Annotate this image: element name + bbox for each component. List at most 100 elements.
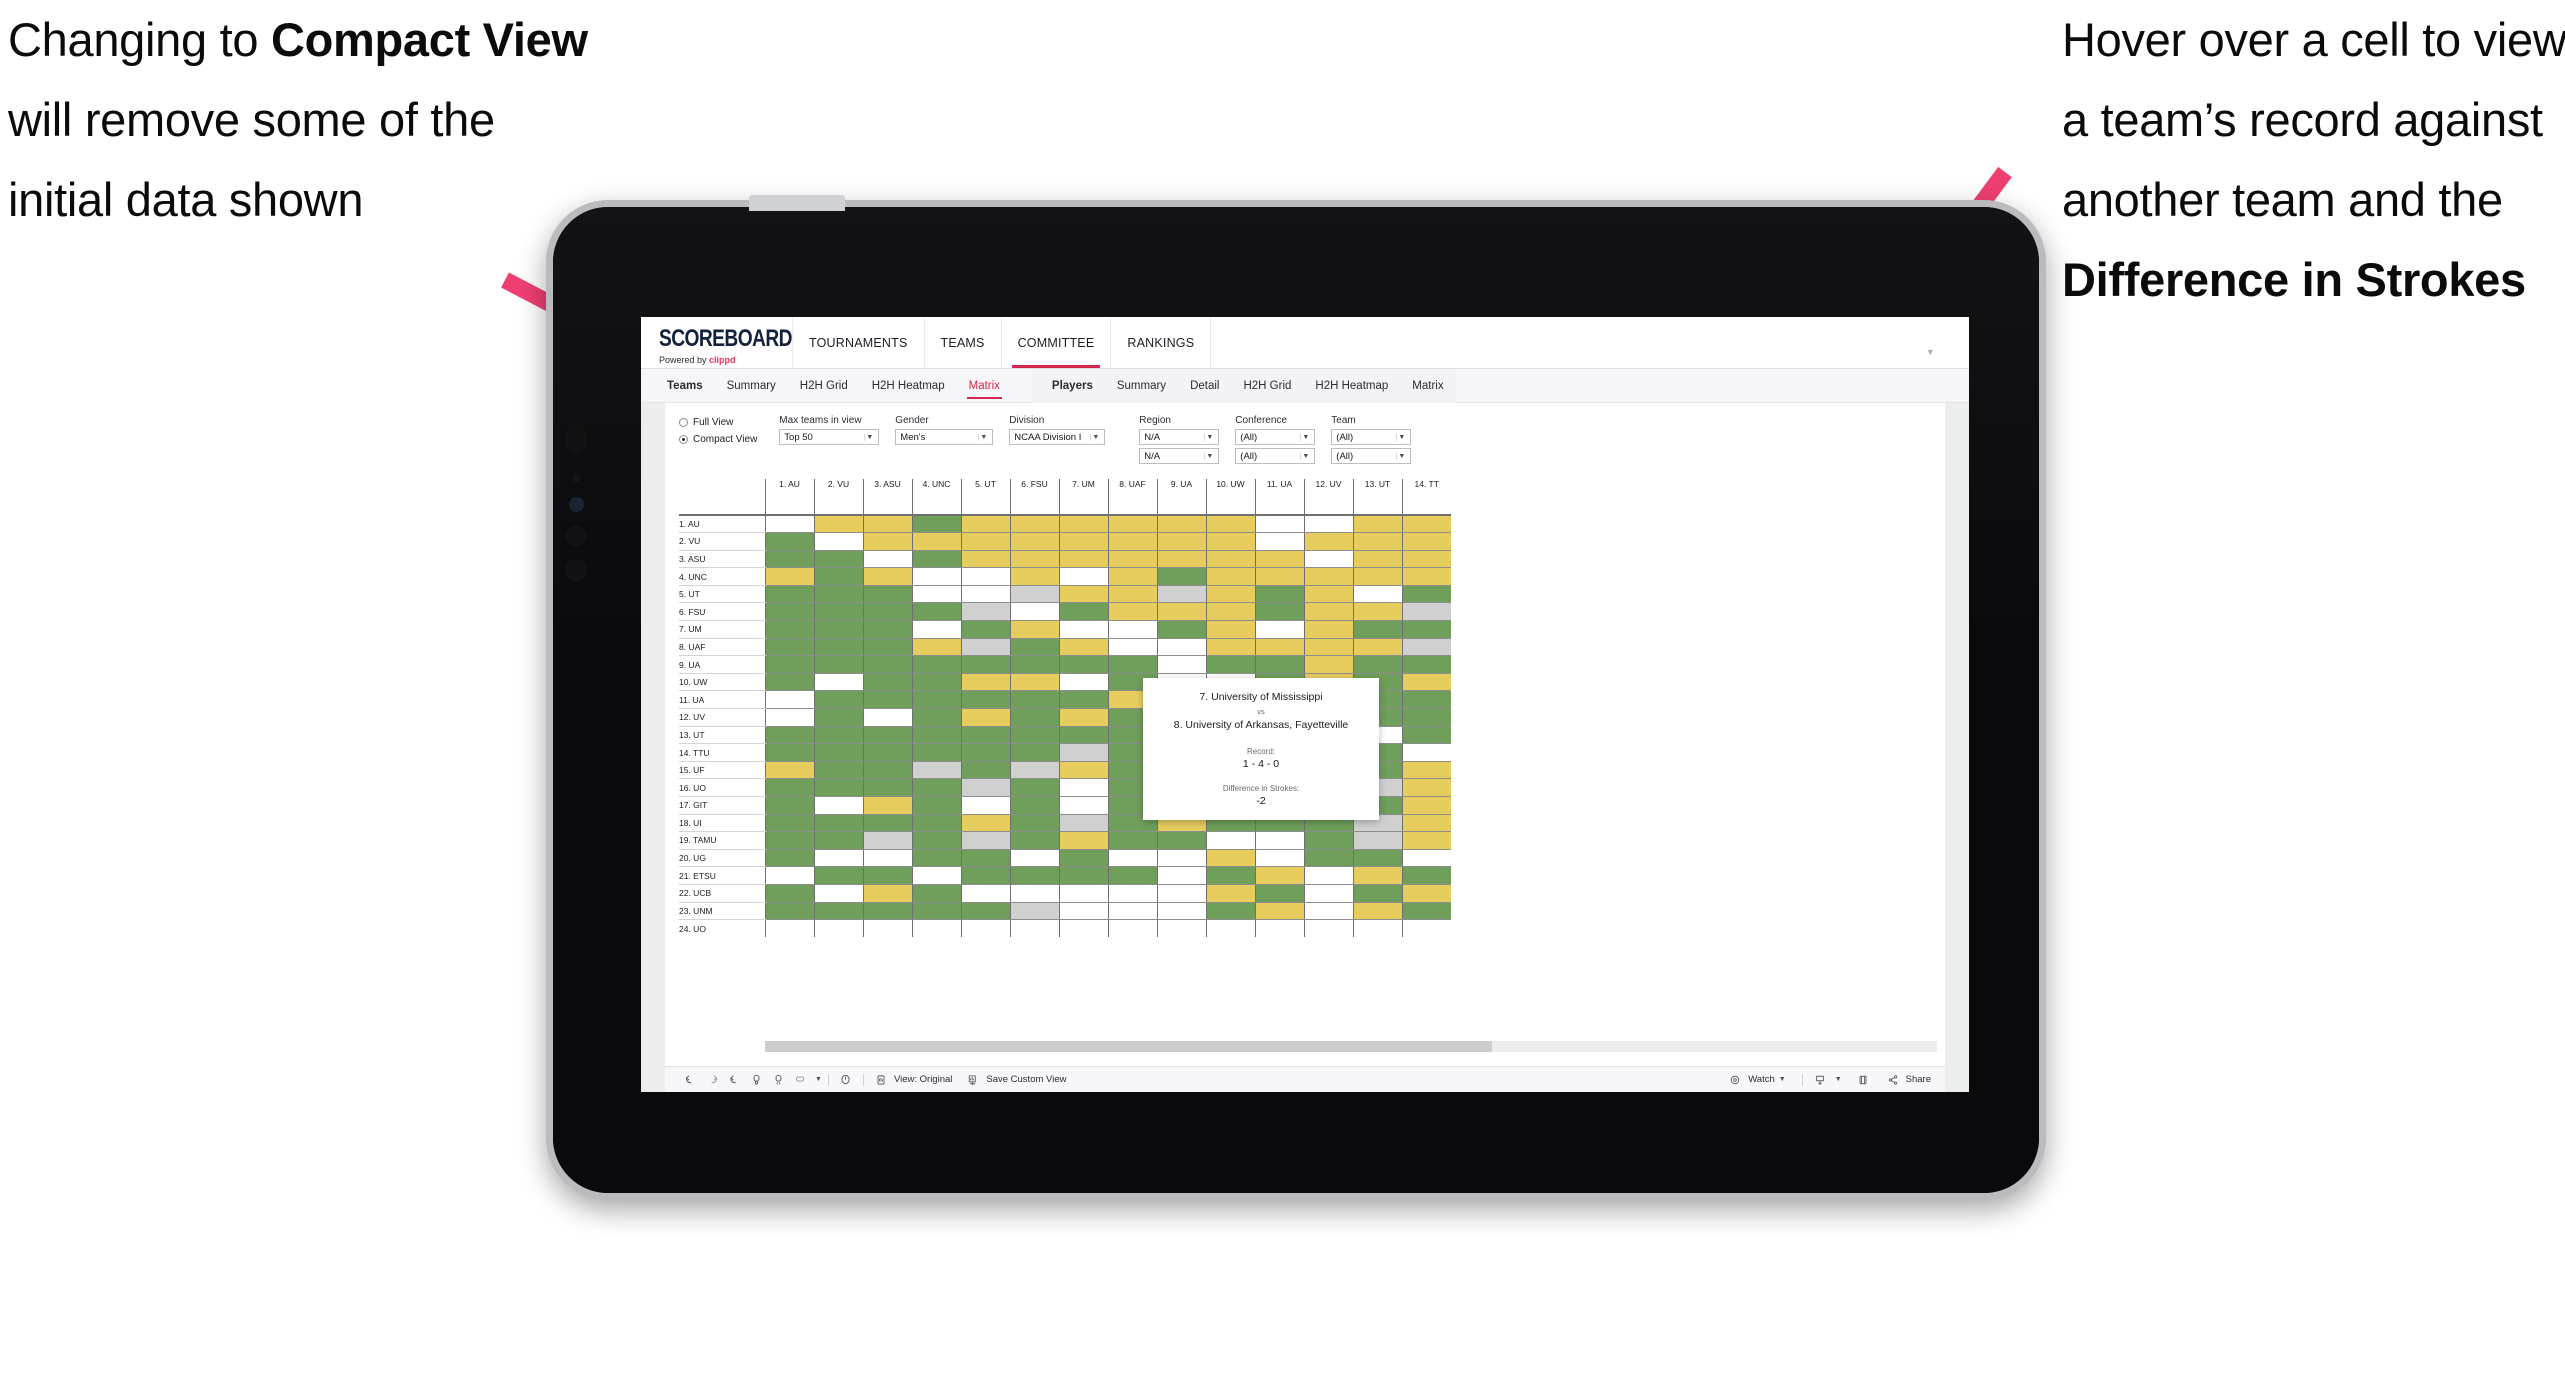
matrix-cell[interactable] (1205, 532, 1255, 551)
matrix-cell[interactable] (1254, 919, 1304, 938)
matrix-cell[interactable] (1009, 778, 1059, 797)
pause-refresh-icon[interactable] (745, 1069, 767, 1091)
matrix-cell[interactable] (1254, 884, 1304, 903)
matrix-cell[interactable] (1058, 690, 1108, 710)
horizontal-scrollbar[interactable] (765, 1041, 1937, 1052)
matrix-cell[interactable] (1107, 638, 1157, 657)
matrix-cell[interactable] (862, 778, 912, 797)
matrix-cell[interactable] (1303, 884, 1353, 903)
matrix-cell[interactable] (862, 602, 912, 622)
matrix-cell[interactable] (1401, 515, 1451, 534)
matrix-cell[interactable] (813, 655, 863, 674)
matrix-cell[interactable] (1107, 550, 1157, 569)
matrix-cell[interactable] (1107, 884, 1157, 903)
view-original-button[interactable]: View: Original (870, 1069, 952, 1091)
matrix-cell[interactable] (911, 567, 961, 586)
matrix-cell[interactable] (813, 532, 863, 551)
matrix-cell[interactable] (764, 708, 814, 727)
matrix-cell[interactable] (1303, 655, 1353, 674)
matrix-cell[interactable] (1107, 655, 1157, 674)
matrix-cell[interactable] (1401, 726, 1451, 745)
matrix-cell[interactable] (960, 761, 1010, 780)
matrix-cell[interactable] (1401, 602, 1451, 622)
matrix-cell[interactable] (1205, 919, 1255, 938)
matrix-cell[interactable] (1009, 761, 1059, 780)
matrix-cell[interactable] (1303, 849, 1353, 868)
tab-players-matrix[interactable]: Matrix (1400, 369, 1455, 403)
matrix-cell[interactable] (1352, 902, 1402, 921)
matrix-cell[interactable] (1009, 743, 1059, 762)
matrix-cell[interactable] (1401, 690, 1451, 710)
gender-select[interactable]: Men's ▼ (895, 429, 994, 445)
matrix-cell[interactable] (1303, 602, 1353, 622)
matrix-cell[interactable] (1058, 655, 1108, 674)
matrix-cell[interactable] (1303, 902, 1353, 921)
matrix-cell[interactable] (813, 743, 863, 762)
matrix-cell[interactable] (1254, 620, 1304, 639)
matrix-cell[interactable] (911, 902, 961, 921)
matrix-cell[interactable] (1058, 708, 1108, 727)
matrix-cell[interactable] (1009, 673, 1059, 692)
matrix-cell[interactable] (1254, 831, 1304, 850)
matrix-cell[interactable] (1352, 585, 1402, 604)
tab-teams-h2h-heatmap[interactable]: H2H Heatmap (860, 369, 957, 403)
matrix-cell[interactable] (960, 550, 1010, 569)
matrix-cell[interactable] (1009, 638, 1059, 657)
matrix-cell[interactable] (1058, 831, 1108, 850)
matrix-cell[interactable] (1009, 602, 1059, 622)
radio-full-view[interactable]: Full View (679, 415, 757, 429)
matrix-cell[interactable] (911, 620, 961, 639)
matrix-cell[interactable] (1058, 550, 1108, 569)
matrix-cell[interactable] (764, 567, 814, 586)
matrix-cell[interactable] (911, 778, 961, 797)
matrix-cell[interactable] (1205, 585, 1255, 604)
matrix-cell[interactable] (764, 585, 814, 604)
matrix-cell[interactable] (960, 849, 1010, 868)
watch-button[interactable]: Watch ▼ (1724, 1069, 1786, 1091)
matrix-cell[interactable] (1352, 620, 1402, 639)
tab-teams[interactable]: Teams (655, 369, 715, 403)
matrix-cell[interactable] (1156, 655, 1206, 674)
matrix-cell[interactable] (862, 515, 912, 534)
matrix-cell[interactable] (1009, 515, 1059, 534)
matrix-cell[interactable] (1107, 532, 1157, 551)
matrix-cell[interactable] (1254, 532, 1304, 551)
matrix-cell[interactable] (1352, 515, 1402, 534)
matrix-cell[interactable] (911, 743, 961, 762)
matrix-cell[interactable] (813, 708, 863, 727)
matrix-cell[interactable] (813, 796, 863, 815)
matrix-cell[interactable] (1058, 743, 1108, 762)
share-button[interactable]: Share (1882, 1069, 1931, 1091)
matrix-cell[interactable] (1107, 849, 1157, 868)
matrix-cell[interactable] (813, 866, 863, 885)
matrix-cell[interactable] (1205, 866, 1255, 885)
matrix-cell[interactable] (862, 532, 912, 551)
volume-up-button[interactable] (565, 525, 587, 547)
matrix-cell[interactable] (813, 602, 863, 622)
matrix-cell[interactable] (862, 831, 912, 850)
matrix-cell[interactable] (1254, 567, 1304, 586)
matrix-cell[interactable] (1009, 690, 1059, 710)
matrix-cell[interactable] (764, 849, 814, 868)
matrix-cell[interactable] (1058, 726, 1108, 745)
matrix-cell[interactable] (960, 814, 1010, 833)
matrix-cell[interactable] (911, 515, 961, 534)
nav-tournaments[interactable]: TOURNAMENTS (793, 317, 925, 368)
matrix-cell[interactable] (1107, 602, 1157, 622)
matrix-cell[interactable] (960, 708, 1010, 727)
matrix-cell[interactable] (813, 778, 863, 797)
matrix-cell[interactable] (911, 849, 961, 868)
matrix-cell[interactable] (813, 919, 863, 938)
matrix-cell[interactable] (1058, 638, 1108, 657)
matrix-cell[interactable] (1009, 919, 1059, 938)
matrix-cell[interactable] (1009, 814, 1059, 833)
matrix-cell[interactable] (1156, 884, 1206, 903)
matrix-cell[interactable] (764, 796, 814, 815)
matrix-cell[interactable] (911, 761, 961, 780)
chevron-down-icon[interactable]: ▼ (1779, 1076, 1786, 1083)
matrix-cell[interactable] (911, 726, 961, 745)
matrix-cell[interactable] (1303, 831, 1353, 850)
matrix-cell[interactable] (764, 919, 814, 938)
matrix-cell[interactable] (960, 796, 1010, 815)
matrix-cell[interactable] (1401, 620, 1451, 639)
